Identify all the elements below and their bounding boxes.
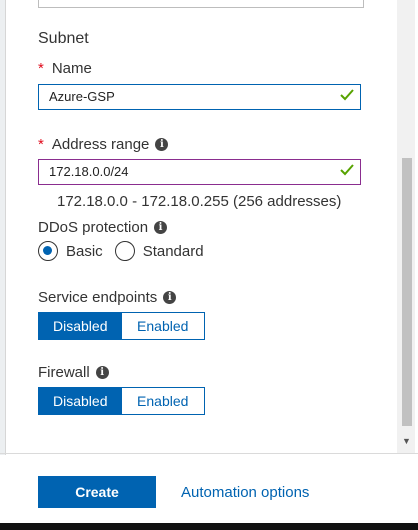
firewall-label-row: Firewall i (38, 364, 109, 381)
service-endpoints-label-row: Service endpoints i (38, 289, 177, 306)
check-icon (340, 89, 354, 101)
radio-standard-label[interactable]: Standard (143, 243, 204, 260)
automation-options-link[interactable]: Automation options (181, 484, 309, 501)
ddos-radio-group: Basic Standard (38, 241, 216, 261)
info-icon[interactable]: i (155, 138, 169, 151)
ddos-label: DDoS protection (38, 219, 149, 236)
name-label: Name (51, 60, 92, 77)
firewall-label: Firewall (38, 364, 90, 381)
section-title-subnet: Subnet (38, 30, 89, 47)
scrollbar-thumb[interactable] (402, 158, 412, 426)
panel-left-edge (0, 0, 6, 455)
service-endpoints-disabled[interactable]: Disabled (39, 313, 122, 339)
address-label-row: * Address range i (38, 136, 169, 153)
name-input[interactable]: Azure-GSP (38, 84, 361, 110)
required-mark: * (38, 60, 44, 77)
address-range-value: 172.18.0.0/24 (49, 164, 129, 179)
name-input-value: Azure-GSP (49, 89, 115, 104)
service-endpoints-enabled[interactable]: Enabled (121, 313, 204, 339)
info-icon[interactable]: i (95, 366, 109, 379)
taskbar-edge (0, 523, 418, 530)
radio-standard[interactable] (114, 241, 135, 261)
ddos-label-row: DDoS protection i (38, 219, 168, 236)
address-range-label: Address range (51, 136, 150, 153)
firewall-disabled[interactable]: Disabled (39, 388, 122, 414)
required-mark: * (38, 136, 44, 153)
address-range-input[interactable]: 172.18.0.0/24 (38, 159, 361, 185)
check-icon (340, 164, 354, 176)
name-label-row: * Name (38, 60, 92, 77)
firewall-enabled[interactable]: Enabled (121, 388, 204, 414)
footer-divider (0, 453, 418, 454)
service-endpoints-label: Service endpoints (38, 289, 158, 306)
radio-basic[interactable] (38, 241, 58, 261)
subnet-panel: Subnet * Name Azure-GSP * Address range … (0, 0, 418, 530)
info-icon[interactable]: i (154, 221, 168, 234)
service-endpoints-toggle: Disabled Enabled (38, 312, 205, 340)
previous-field-box[interactable] (38, 0, 364, 8)
radio-basic-label[interactable]: Basic (66, 243, 103, 260)
chevron-down-icon[interactable]: ▼ (402, 436, 411, 446)
firewall-toggle: Disabled Enabled (38, 387, 205, 415)
info-icon[interactable]: i (163, 291, 177, 304)
create-button[interactable]: Create (38, 476, 156, 508)
address-range-info: 172.18.0.0 - 172.18.0.255 (256 addresses… (57, 193, 342, 210)
